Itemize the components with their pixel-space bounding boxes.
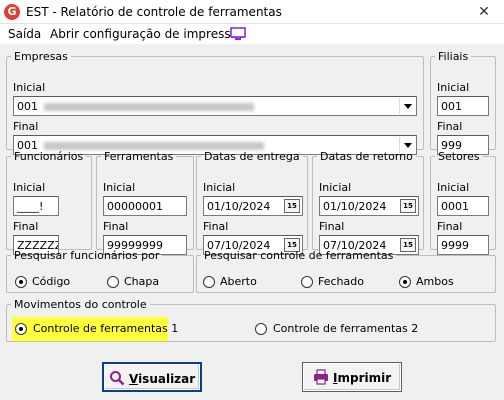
radio-chapa-label[interactable]: Chapa [124,275,159,288]
datas-entrega-final-label: Final [203,220,229,233]
app-logo-icon: G [4,4,20,20]
radio-fechado[interactable] [301,276,313,288]
empresas-initial-value: 001 [17,100,38,113]
menu-bar: Saída Abrir configuração de impressão [0,24,504,44]
window-title: EST - Relatório de controle de ferrament… [26,5,282,19]
empresas-initial-label: Inicial [13,81,46,94]
filiais-initial-label: Inicial [437,81,470,94]
funcionarios-initial-input[interactable]: ____! [13,196,59,216]
redacted-company-name [44,103,254,111]
redacted-company-name [44,142,264,150]
radio-controle-2-label[interactable]: Controle de ferramentas 2 [273,322,418,335]
filiais-legend: Filiais [438,50,469,63]
filiais-group: Filiais Inicial 001 Final 999 [430,50,496,155]
chevron-down-icon[interactable] [399,98,415,114]
radio-fechado-label[interactable]: Fechado [318,275,364,288]
pesquisar-controle-legend: Pesquisar controle de ferramentas [204,249,394,262]
magnifier-icon [109,371,125,386]
empresas-final-label: Final [13,120,39,133]
radio-controle-2[interactable] [255,323,267,335]
datas-retorno-initial-value: 01/10/2024 [323,200,387,213]
ferramentas-legend: Ferramentas [104,150,174,163]
radio-codigo-label[interactable]: Código [32,275,70,288]
datas-retorno-legend: Datas de retorno [320,150,413,163]
setores-group: Setores Inicial 0001 Final 9999 [430,150,496,255]
datas-retorno-initial-input[interactable]: 01/10/2024 15 [319,196,419,216]
ferramentas-group: Ferramentas Inicial 00000001 Final 99999… [96,150,194,255]
setores-initial-input[interactable]: 0001 [437,196,489,216]
visualizar-button[interactable]: Visualizar [102,362,202,392]
empresas-legend: Empresas [14,50,68,63]
monitor-icon[interactable] [230,27,246,41]
radio-ambos-label[interactable]: Ambos [416,275,454,288]
radio-controle-1[interactable] [15,323,27,335]
radio-aberto[interactable] [203,276,215,288]
ferramentas-initial-label: Inicial [103,181,136,194]
empresas-group: Empresas Inicial 001 Final 001 [6,50,424,155]
pesquisar-funcionarios-group: Pesquisar funcionários por Código Chapa [6,249,194,293]
funcionarios-final-label: Final [13,220,39,233]
radio-controle-1-label[interactable]: Controle de ferramentas 1 [33,322,178,335]
setores-initial-label: Inicial [437,181,470,194]
filiais-final-label: Final [437,120,463,133]
menu-exit[interactable]: Saída [8,27,41,41]
datas-entrega-group: Datas de entrega Inicial 01/10/2024 15 F… [196,150,308,255]
radio-ambos[interactable] [399,276,411,288]
radio-codigo[interactable] [15,276,27,288]
calendar-icon[interactable]: 15 [400,199,416,213]
funcionarios-group: Funcionários Inicial ____! Final ZZZZZZ [6,150,92,255]
radio-chapa[interactable] [107,276,119,288]
setores-final-label: Final [437,220,463,233]
title-bar: G EST - Relatório de controle de ferrame… [0,0,504,24]
setores-legend: Setores [438,150,480,163]
filiais-initial-input[interactable]: 001 [437,96,489,116]
datas-retorno-final-label: Final [319,220,345,233]
printer-icon [313,369,328,385]
imprimir-label: mprimir [337,371,392,385]
ferramentas-final-label: Final [103,220,129,233]
movimentos-legend: Movimentos do controle [14,298,147,311]
datas-retorno-initial-label: Inicial [319,181,352,194]
datas-entrega-initial-value: 01/10/2024 [207,200,271,213]
visualizar-label: isualizar [138,372,196,386]
datas-entrega-legend: Datas de entrega [204,150,300,163]
datas-entrega-initial-label: Inicial [203,181,236,194]
menu-print-config[interactable]: Abrir configuração de impressão [50,27,245,41]
main-content: Empresas Inicial 001 Final 001 Filiais I… [0,44,504,400]
funcionarios-legend: Funcionários [14,150,84,163]
imprimir-button[interactable]: Imprimir [302,362,402,392]
empresas-initial-select[interactable]: 001 [13,96,417,116]
pesquisar-funcionarios-legend: Pesquisar funcionários por [14,249,160,262]
visualizar-hotkey: V [128,372,139,386]
funcionarios-initial-label: Inicial [13,181,46,194]
pesquisar-controle-group: Pesquisar controle de ferramentas Aberto… [196,249,496,293]
datas-entrega-initial-input[interactable]: 01/10/2024 15 [203,196,303,216]
radio-aberto-label[interactable]: Aberto [220,275,257,288]
calendar-icon[interactable]: 15 [284,199,300,213]
movimentos-group: Movimentos do controle Controle de ferra… [6,298,496,342]
ferramentas-initial-input[interactable]: 00000001 [103,196,187,216]
close-icon[interactable]: ✕ [464,0,504,24]
datas-retorno-group: Datas de retorno Inicial 01/10/2024 15 F… [312,150,424,255]
